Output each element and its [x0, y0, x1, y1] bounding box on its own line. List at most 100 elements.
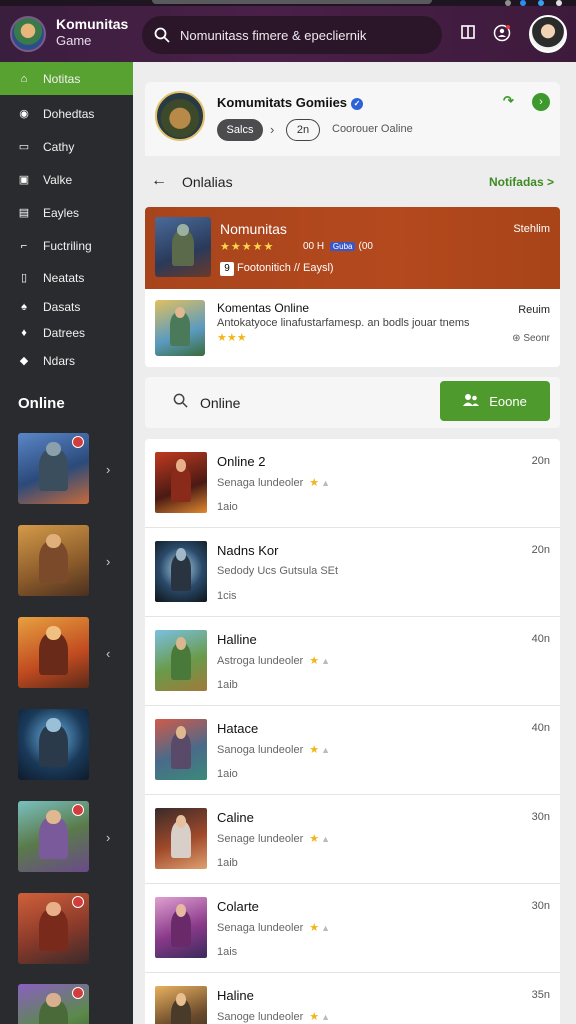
game-thumbnail[interactable] — [18, 617, 89, 688]
pin-icon: ▲ — [321, 745, 331, 755]
list-item-time: 40n — [531, 722, 550, 734]
sidebar-item-label: Ndars — [43, 353, 76, 368]
sidebar-item-label: Neatats — [43, 270, 85, 285]
star-icon: ★ — [309, 477, 320, 489]
layout-icon[interactable] — [458, 24, 478, 44]
game-thumbnail — [155, 897, 207, 958]
main-content: Komumitats Gomiies ✓ Salcs › 2n Coorouer … — [133, 62, 576, 1024]
sidebar-item-label: Notitas — [43, 71, 81, 86]
sidebar-item-label: Eayles — [43, 205, 80, 220]
list-item[interactable]: Online 2 Senaga lundeoler ★ ▲ 1aio 20n — [145, 439, 560, 528]
sidebar-item-eayles[interactable]: ▤ Eayles — [0, 196, 133, 229]
star-icon: ★ — [309, 655, 320, 667]
share-icon[interactable]: ↷ — [503, 93, 514, 109]
community-status: Coorouer Oaline — [332, 123, 413, 135]
chat-icon: ▭ — [18, 140, 30, 153]
list-item-subtitle-text: Senaga lundeoler — [217, 922, 304, 934]
secondary-status: Reuim — [518, 304, 550, 316]
list-item[interactable]: Hatace Sanoga lundeoler ★ ▲ 1aio 40n — [145, 706, 560, 795]
top-bar: Komunitas Game Nomunitass fimere & epecl… — [0, 0, 576, 62]
app-title: Komunitas — [56, 16, 129, 32]
pin-icon: ▲ — [321, 834, 331, 844]
search-input[interactable]: Nomunitass fimere & epecliernik — [142, 16, 442, 54]
count-pill[interactable]: 2n — [286, 119, 320, 141]
list-item[interactable]: Halline Astroga lundeoler ★ ▲ 1aib 40n — [145, 617, 560, 706]
user-avatar[interactable] — [529, 15, 567, 53]
community-title-text: Komumitats Gomiies — [217, 95, 348, 110]
back-arrow-icon[interactable]: ← — [151, 172, 167, 190]
list-item-subtitle-text: Senaga lundeoler — [217, 477, 304, 489]
featured-meta: 00 H Guba (00 — [303, 241, 373, 252]
badge-icon — [72, 804, 84, 816]
secondary-description: Antokatyoce linafustarfamesp. an bodls j… — [217, 317, 470, 329]
game-thumbnail[interactable] — [18, 893, 89, 964]
badge-icon — [72, 987, 84, 999]
status-dot-icon — [520, 0, 526, 6]
online-search-bar[interactable]: Online Eoone — [145, 377, 560, 428]
sidebar-item-cathy[interactable]: ▭ Cathy — [0, 130, 133, 163]
compass-icon: ◉ — [19, 107, 29, 120]
phone-icon: ▯ — [20, 271, 28, 284]
join-button[interactable]: Eoone — [440, 381, 550, 421]
list-item-time: 30n — [531, 811, 550, 823]
scrollbar-top — [152, 0, 432, 4]
featured-card[interactable]: Nomunitas ★★★★★ 00 H Guba (00 9 Footonitic… — [145, 207, 560, 289]
trophy-icon: ⌐ — [20, 239, 28, 252]
list-item-meta: 1aib — [217, 679, 238, 691]
sidebar-section-title: Online — [18, 395, 65, 412]
chevron-right-icon[interactable]: › — [106, 462, 110, 477]
notifications-link[interactable]: Notifadas > — [489, 175, 554, 189]
list-item-subtitle-text: Astroga lundeoler — [217, 655, 304, 667]
list-item-title: Nadns Kor — [217, 543, 279, 558]
sales-pill[interactable]: Salcs — [217, 119, 263, 141]
action-icon[interactable]: › — [532, 93, 550, 111]
featured-status: Stehlim — [513, 223, 550, 235]
list-item-subtitle: Senage lundeoler ★ ▲ — [217, 832, 330, 845]
sidebar-item-fuctriling[interactable]: ⌐ Fuctriling — [0, 229, 133, 262]
search-icon — [154, 27, 170, 43]
sidebar-item-dohedtas[interactable]: ◉ Dohedtas — [0, 97, 133, 130]
sidebar-item-notitas[interactable]: ⌂ Notitas — [0, 62, 133, 95]
list-item[interactable]: Colarte Senaga lundeoler ★ ▲ 1ais 30n — [145, 884, 560, 973]
star-icon: ★ — [309, 744, 320, 756]
list-item-title: Online 2 — [217, 454, 266, 469]
star-icon: ★ — [309, 1011, 320, 1023]
rating-stars: ★★★★★ — [220, 241, 275, 253]
secondary-card[interactable]: Komentas Online Antokatyoce linafustarfa… — [145, 289, 560, 367]
pin-icon: ▲ — [321, 1012, 331, 1022]
notification-icon[interactable] — [492, 24, 512, 44]
sidebar: ⌂ Notitas ◉ Dohedtas ▭ Cathy ▣ Valke ▤ E… — [0, 62, 133, 1024]
sidebar-item-label: Cathy — [43, 139, 75, 154]
secondary-status-secondary: ⊛ Seonr — [512, 333, 550, 344]
chevron-left-icon[interactable]: ‹ — [106, 646, 110, 661]
game-thumbnail[interactable] — [18, 801, 89, 872]
section-header: ← Onlalias Notifadas > — [145, 164, 560, 198]
game-thumbnail[interactable] — [18, 525, 89, 596]
chevron-right-icon[interactable]: › — [106, 830, 110, 845]
community-title: Komumitats Gomiies ✓ — [217, 95, 364, 110]
rating-stars: ★★★ — [217, 332, 247, 344]
chevron-right-icon[interactable]: › — [106, 554, 110, 569]
sidebar-item-label: Dohedtas — [43, 106, 95, 121]
game-thumbnail[interactable] — [18, 433, 89, 504]
game-thumbnail[interactable] — [18, 709, 89, 780]
app-logo[interactable] — [10, 16, 46, 52]
list-item-title: Caline — [217, 810, 254, 825]
sidebar-item-label: Fuctriling — [43, 238, 92, 253]
image-icon: ▣ — [18, 173, 30, 186]
game-thumbnail[interactable] — [18, 984, 89, 1024]
sidebar-item-valke[interactable]: ▣ Valke — [0, 163, 133, 196]
game-thumbnail — [155, 452, 207, 513]
sidebar-item-ndars[interactable]: ◆ Ndars — [0, 344, 133, 377]
game-thumbnail — [155, 630, 207, 691]
game-thumbnail — [155, 808, 207, 869]
list-item[interactable]: Caline Senage lundeoler ★ ▲ 1aib 30n — [145, 795, 560, 884]
list-item[interactable]: Nadns Kor Sedody Ucs Gutsula SEt 1cis 20… — [145, 528, 560, 617]
search-text: Nomunitass fimere & epecliernik — [180, 27, 367, 43]
sidebar-item-label: Dasats — [43, 299, 81, 314]
sidebar-item-label: Valke — [43, 172, 73, 187]
search-icon — [173, 393, 188, 412]
list-item-subtitle-text: Sanoga lundeoler — [217, 744, 304, 756]
list-item[interactable]: Haline Sanoge lundeoler ★ ▲ 35n — [145, 973, 560, 1024]
community-avatar[interactable] — [155, 91, 205, 141]
